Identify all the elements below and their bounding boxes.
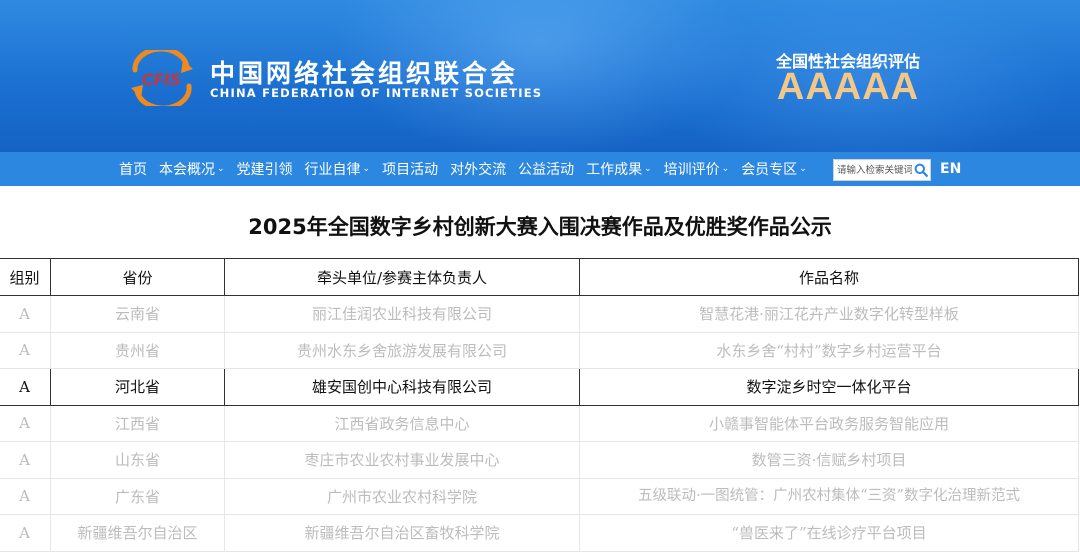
table-row: A 新疆维吾尔自治区 新疆维吾尔自治区畜牧科学院 “兽医来了”在线诊疗平台项目: [0, 514, 1079, 552]
cell-group: A: [0, 295, 51, 333]
nav-item-label: 行业自律: [304, 162, 361, 178]
cell-group: A: [0, 404, 51, 442]
svg-text:CFIS: CFIS: [142, 70, 181, 89]
org-name-en: CHINA FEDERATION OF INTERNET SOCIETIES: [210, 86, 543, 100]
column-header-work: 作品名称: [579, 258, 1079, 296]
search-icon[interactable]: [912, 160, 930, 180]
table-row: A 云南省 丽江佳润农业科技有限公司 智慧花港·丽江花卉产业数字化转型样板: [0, 295, 1079, 333]
cell-group: A: [0, 368, 51, 406]
page-title: 2025年全国数字乡村创新大赛入围决赛作品及优胜奖作品公示: [248, 215, 832, 239]
cell-group: A: [0, 477, 51, 515]
cell-work: “兽医来了”在线诊疗平台项目: [579, 514, 1079, 552]
table-row: A 贵州省 贵州水东乡舍旅游发展有限公司 水东乡舍“村村”数字乡村运营平台: [0, 331, 1079, 369]
nav-item-label: 本会概况: [159, 162, 215, 178]
table-row: A 江西省 江西省政务信息中心 小赣事智能体平台政务服务智能应用: [0, 404, 1079, 442]
cell-unit: 新疆维吾尔自治区畜牧科学院: [224, 514, 580, 552]
cell-work: 智慧花港·丽江花卉产业数字化转型样板: [579, 295, 1079, 333]
cell-province: 云南省: [50, 295, 225, 333]
nav-items: 首页 本会概况 ⌄ 党建引领 行业自律 ⌄ 项目活动 对外交流 公益活动 工作成果 ⌄…: [119, 152, 819, 186]
nav-item-label: 培训评价: [663, 162, 720, 178]
chevron-down-icon: ⌄: [721, 164, 730, 174]
cell-group: A: [0, 441, 51, 479]
table-row: A 广东省 广州市农业农村科学院 五级联动·一图统管：广州农村集体“三资”数字化…: [0, 477, 1079, 515]
nav-item-label: 工作成果: [586, 162, 643, 178]
cell-unit: 江西省政务信息中心: [224, 404, 580, 442]
cell-province: 河北省: [50, 368, 225, 406]
nav-item-label: 首页: [119, 162, 147, 178]
cell-unit: 广州市农业农村科学院: [224, 477, 580, 515]
nav-item-training[interactable]: 培训评价 ⌄: [664, 159, 730, 179]
nav-item-about[interactable]: 本会概况 ⌄: [159, 159, 225, 179]
table-header-row: 组别 省份 牵头单位/参赛主体负责人 作品名称: [0, 258, 1079, 296]
nav-item-party-building[interactable]: 党建引领: [237, 159, 293, 179]
cell-unit: 枣庄市农业农村事业发展中心: [224, 441, 580, 479]
cell-province: 新疆维吾尔自治区: [50, 514, 225, 552]
cell-province: 广东省: [50, 477, 225, 515]
nav-item-members[interactable]: 会员专区 ⌄: [741, 159, 807, 179]
language-switch-link[interactable]: EN: [940, 161, 961, 177]
cell-group: A: [0, 331, 51, 369]
cell-province: 江西省: [50, 404, 225, 442]
evaluation-grade: AAAAA: [776, 66, 920, 108]
nav-item-international[interactable]: 对外交流: [450, 159, 506, 179]
site-header: CFIS 中国网络社会组织联合会 CHINA FEDERATION OF INT…: [0, 0, 1080, 152]
chevron-down-icon: ⌄: [644, 164, 652, 174]
search-box: [833, 159, 931, 181]
nav-item-label: 对外交流: [450, 162, 507, 178]
cell-work: 五级联动·一图统管：广州农村集体“三资”数字化治理新范式: [579, 477, 1079, 515]
cell-work: 小赣事智能体平台政务服务智能应用: [579, 404, 1079, 442]
nav-item-achievements[interactable]: 工作成果 ⌄: [586, 159, 652, 179]
cell-unit: 雄安国创中心科技有限公司: [224, 368, 580, 406]
table-row: A 山东省 枣庄市农业农村事业发展中心 数管三资·信赋乡村项目: [0, 441, 1079, 479]
cell-province: 贵州省: [50, 331, 225, 369]
cell-unit: 丽江佳润农业科技有限公司: [224, 295, 580, 333]
org-name-cn: 中国网络社会组织联合会: [210, 59, 519, 88]
column-header-unit: 牵头单位/参赛主体负责人: [224, 258, 580, 296]
cell-work: 数管三资·信赋乡村项目: [579, 441, 1079, 479]
cell-work: 水东乡舍“村村”数字乡村运营平台: [579, 331, 1079, 369]
cell-province: 山东省: [50, 441, 225, 479]
nav-item-label: 公益活动: [518, 162, 575, 178]
nav-item-label: 党建引领: [236, 162, 293, 178]
nav-item-home[interactable]: 首页: [119, 159, 147, 179]
cell-unit: 贵州水东乡舍旅游发展有限公司: [224, 331, 580, 369]
chevron-down-icon: ⌄: [217, 164, 225, 174]
cfis-logo-icon[interactable]: CFIS: [125, 50, 197, 106]
search-input[interactable]: [834, 160, 912, 180]
nav-item-charity[interactable]: 公益活动: [518, 159, 574, 179]
table-row-highlighted: A 河北省 雄安国创中心科技有限公司 数字淀乡时空一体化平台: [0, 368, 1079, 406]
nav-item-label: 项目活动: [382, 162, 439, 178]
cell-work: 数字淀乡时空一体化平台: [579, 368, 1079, 406]
column-header-province: 省份: [50, 258, 225, 296]
chevron-down-icon: ⌄: [799, 164, 807, 174]
chevron-down-icon: ⌄: [362, 164, 371, 174]
nav-item-label: 会员专区: [741, 162, 798, 178]
column-header-group: 组别: [0, 258, 51, 296]
nav-item-projects[interactable]: 项目活动: [382, 159, 438, 179]
results-table: 组别 省份 牵头单位/参赛主体负责人 作品名称 A 云南省 丽江佳润农业科技有限…: [0, 258, 1079, 552]
cell-group: A: [0, 514, 51, 552]
nav-item-self-discipline[interactable]: 行业自律 ⌄: [305, 159, 371, 179]
